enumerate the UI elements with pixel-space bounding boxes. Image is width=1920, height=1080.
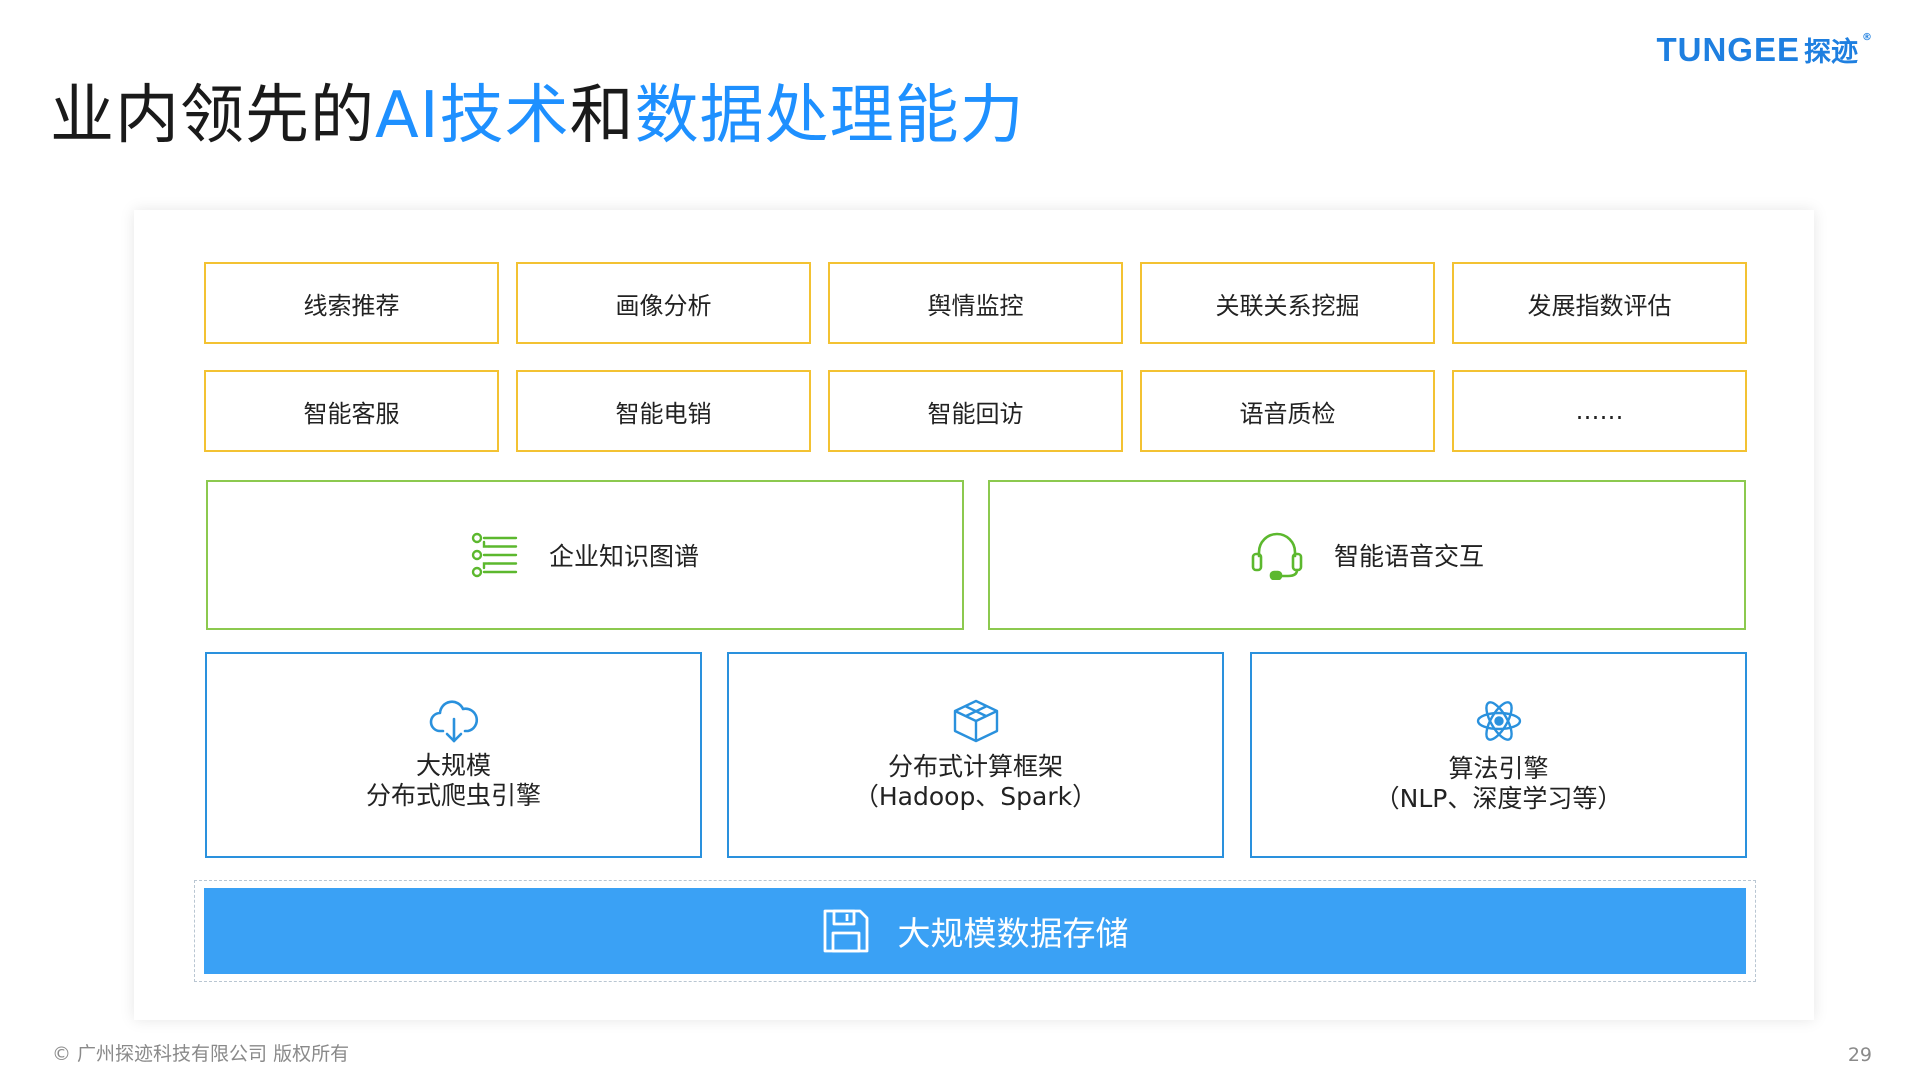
engine-label-line1: 分布式计算框架 <box>887 752 1063 781</box>
application-label: 发展指数评估 <box>1527 291 1672 320</box>
engine-label-line2: 分布式爬虫引擎 <box>365 781 541 810</box>
engine-compute-framework: 分布式计算框架 （Hadoop、Spark） <box>727 652 1224 858</box>
logo-text-en: TUNGEE <box>1656 30 1800 68</box>
logo-text-cn: 探迹 <box>1804 37 1858 68</box>
logo-registered-mark: ® <box>1862 32 1872 43</box>
title-part-4: 数据处理能力 <box>634 79 1025 153</box>
application-label: …… <box>1575 397 1624 425</box>
atom-icon <box>1474 696 1524 746</box>
cloud-download-icon <box>428 699 480 743</box>
application-label: 舆情监控 <box>927 291 1024 320</box>
engine-label-line1: 算法引擎 <box>1448 754 1549 783</box>
page-title: 业内领先的AI技术和数据处理能力 <box>50 64 1025 156</box>
headset-icon <box>1250 530 1304 580</box>
application-label: 语音质检 <box>1239 399 1336 428</box>
brand-logo: TUNGEE 探迹 ® <box>1656 30 1872 69</box>
engine-label-line2: （NLP、深度学习等） <box>1374 784 1623 813</box>
cube-icon <box>951 698 1001 744</box>
capability-voice-interaction: 智能语音交互 <box>988 480 1746 630</box>
knowledge-graph-icon <box>471 532 519 578</box>
application-label: 智能客服 <box>303 399 400 428</box>
page-number: 29 <box>1847 1044 1872 1066</box>
capability-knowledge-graph: 企业知识图谱 <box>206 480 964 630</box>
title-part-2: AI技术 <box>375 79 570 153</box>
application-label: 线索推荐 <box>303 291 400 320</box>
engine-algorithm: 算法引擎 （NLP、深度学习等） <box>1250 652 1747 858</box>
engine-label-line2: （Hadoop、Spark） <box>853 782 1098 811</box>
storage-layer: 大规模数据存储 <box>194 880 1756 982</box>
application-cell: 智能客服 <box>204 370 499 452</box>
application-cell: 关联关系挖掘 <box>1140 262 1435 344</box>
storage-bar: 大规模数据存储 <box>204 888 1746 974</box>
capability-label: 企业知识图谱 <box>548 542 699 571</box>
application-label: 智能电销 <box>615 399 712 428</box>
application-cell: …… <box>1452 370 1747 452</box>
save-disk-icon <box>822 908 870 954</box>
application-cell: 舆情监控 <box>828 262 1123 344</box>
application-label: 关联关系挖掘 <box>1215 291 1360 320</box>
title-part-1: 业内领先的 <box>50 79 375 153</box>
application-cell: 智能电销 <box>516 370 811 452</box>
application-label: 画像分析 <box>615 291 712 320</box>
capability-label: 智能语音交互 <box>1333 542 1484 571</box>
application-cell: 画像分析 <box>516 262 811 344</box>
title-part-3: 和 <box>569 79 635 153</box>
engine-label-line1: 大规模 <box>415 751 491 780</box>
engine-crawler: 大规模 分布式爬虫引擎 <box>205 652 702 858</box>
application-cell: 线索推荐 <box>204 262 499 344</box>
footer-copyright: © 广州探迹科技有限公司 版权所有 <box>52 1043 350 1065</box>
storage-label: 大规模数据存储 <box>897 914 1129 953</box>
architecture-panel: 线索推荐 画像分析 舆情监控 关联关系挖掘 发展指数评估 智能客服 智能电销 智… <box>134 210 1814 1020</box>
application-label: 智能回访 <box>927 399 1024 428</box>
application-cell: 语音质检 <box>1140 370 1435 452</box>
application-cell: 智能回访 <box>828 370 1123 452</box>
application-cell: 发展指数评估 <box>1452 262 1747 344</box>
